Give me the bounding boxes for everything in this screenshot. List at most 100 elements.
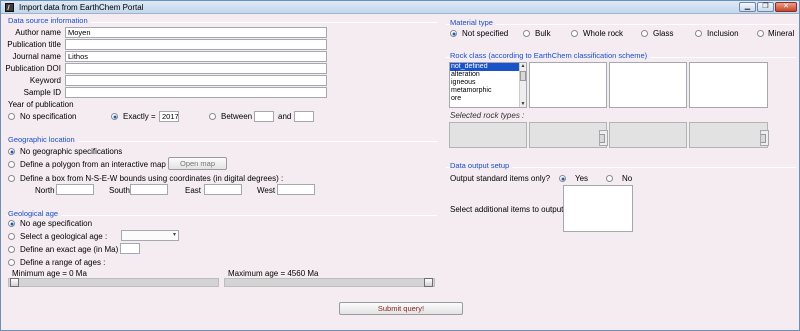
year-to-field[interactable] [294,111,314,122]
submit-query-button[interactable]: Submit query! [339,302,463,315]
selected-rock-types-box-4 [689,122,768,148]
scroll-thumb[interactable] [520,71,526,81]
divider [446,24,796,25]
geo-none-label: No geographic specifications [20,147,123,156]
output-yes-label: Yes [575,174,589,183]
scroll-thumb[interactable] [761,134,766,143]
author-name-label: Author name [15,28,61,37]
selected-types-scrollbar-2[interactable] [760,130,769,146]
section-geological-age: Geological age [8,209,62,218]
author-name-field[interactable]: Moyen [65,27,327,38]
age-exact-label: Define an exact age (in Ma) : [20,245,123,254]
chevron-down-icon: ▾ [172,232,176,238]
window-title: Import data from EarthChem Portal [19,3,144,12]
section-rock-class: Rock class (according to EarthChem class… [450,51,651,60]
min-age-slider[interactable] [8,278,219,287]
additional-items-label: Select additional items to output : [450,205,568,214]
north-label: North [35,186,55,195]
publication-title-field[interactable] [65,39,327,50]
year-from-field[interactable] [254,111,274,122]
age-geological-radio[interactable] [8,233,15,240]
age-range-radio[interactable] [8,259,15,266]
year-between-label: Between [221,112,253,121]
age-none-label: No age specification [20,219,93,228]
selected-types-scrollbar-1[interactable] [599,130,608,146]
keyword-field[interactable] [65,75,327,86]
material-mineral-label: Mineral [768,29,795,38]
publication-doi-field[interactable] [65,63,327,74]
list-item[interactable]: igneous [450,79,526,87]
selected-rock-types-box-2 [529,122,607,148]
year-and-label: and [278,112,292,121]
year-between-radio[interactable] [209,113,216,120]
list-item[interactable]: alteration [450,71,526,79]
north-field[interactable] [56,184,94,195]
geo-box-label: Define a box from N-S-E-W bounds using c… [20,174,284,183]
output-no-radio[interactable] [606,175,613,182]
journal-name-field[interactable]: Lithos [65,51,327,62]
output-yes-radio[interactable] [559,175,566,182]
selected-rock-types-box-3 [609,122,687,148]
geo-box-radio[interactable] [8,175,15,182]
section-geographic-location: Geographic location [8,135,78,144]
year-exactly-field[interactable]: 2017 [159,111,179,122]
keyword-label: Keyword [29,76,61,85]
title-bar[interactable]: Import data from EarthChem Portal ▁ ❐ ✕ [1,1,799,14]
sample-id-field[interactable] [65,87,327,98]
geo-polygon-label: Define a polygon from an interactive map… [20,160,171,169]
list-item[interactable]: not_defined [450,63,526,71]
south-field[interactable] [130,184,168,195]
output-no-label: No [622,174,633,183]
material-not-specified-label: Not specified [462,29,509,38]
restore-button[interactable]: ❐ [757,2,774,12]
standard-items-label: Output standard items only? [450,174,551,183]
material-bulk-radio[interactable] [523,30,530,37]
rock-subclass-list-4[interactable] [689,62,768,108]
scroll-down-icon[interactable]: ▼ [520,101,526,107]
min-age-slider-handle[interactable] [10,278,19,287]
rock-subclass-list-2[interactable] [529,62,607,108]
material-not-specified-radio[interactable] [450,30,457,37]
west-field[interactable] [277,184,315,195]
scroll-thumb[interactable] [600,134,605,143]
rock-class-list[interactable]: not_defined alteration igneous metamorph… [449,62,527,108]
material-glass-label: Glass [653,29,674,38]
geological-age-dropdown[interactable]: ▾ [121,230,179,241]
east-field[interactable] [204,184,242,195]
geo-polygon-radio[interactable] [8,161,15,168]
close-button[interactable]: ✕ [775,2,797,12]
age-none-radio[interactable] [8,220,15,227]
section-material-type: Material type [450,18,496,27]
list-item[interactable]: ore [450,95,526,103]
import-window: Import data from EarthChem Portal ▁ ❐ ✕ … [0,0,800,331]
scrollbar[interactable] [600,131,607,145]
geo-none-radio[interactable] [8,148,15,155]
rock-subclass-list-3[interactable] [609,62,687,108]
year-exactly-radio[interactable] [111,113,118,120]
material-mineral-radio[interactable] [757,30,764,37]
material-glass-radio[interactable] [641,30,648,37]
year-exactly-label: Exactly = [123,112,156,121]
rock-class-scrollbar[interactable]: ▲ ▼ [519,63,526,107]
list-item[interactable]: metamorphic [450,87,526,95]
material-whole-rock-label: Whole rock [583,29,624,38]
material-inclusion-radio[interactable] [695,30,702,37]
additional-items-list[interactable] [563,185,633,232]
section-data-output: Data output setup [450,161,513,170]
minimize-button[interactable]: ▁ [739,2,756,12]
exact-age-field[interactable] [120,243,140,254]
scroll-up-icon[interactable]: ▲ [520,63,526,69]
material-bulk-label: Bulk [535,29,551,38]
max-age-slider-handle[interactable] [424,278,433,287]
open-map-button[interactable]: Open map [168,157,227,170]
age-exact-radio[interactable] [8,246,15,253]
scrollbar[interactable] [761,131,768,145]
year-none-radio[interactable] [8,113,15,120]
app-icon [5,3,14,12]
selected-rock-types-box-1 [449,122,527,148]
material-whole-rock-radio[interactable] [571,30,578,37]
max-age-slider[interactable] [224,278,435,287]
year-none-label: No specification [20,112,77,121]
sample-id-label: Sample ID [23,88,61,97]
section-data-source: Data source information [8,16,91,25]
